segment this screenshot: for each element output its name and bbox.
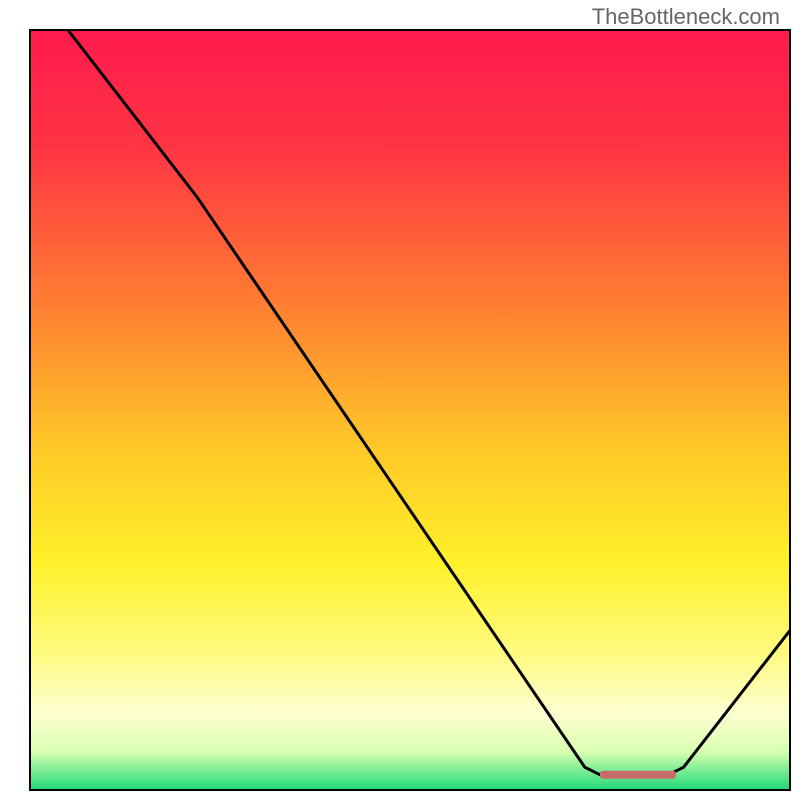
flat-segment-marker: [600, 771, 676, 779]
chart-canvas: [0, 0, 800, 800]
gradient-background: [30, 30, 790, 790]
chart-container: [0, 0, 800, 800]
watermark-text: TheBottleneck.com: [592, 4, 780, 30]
